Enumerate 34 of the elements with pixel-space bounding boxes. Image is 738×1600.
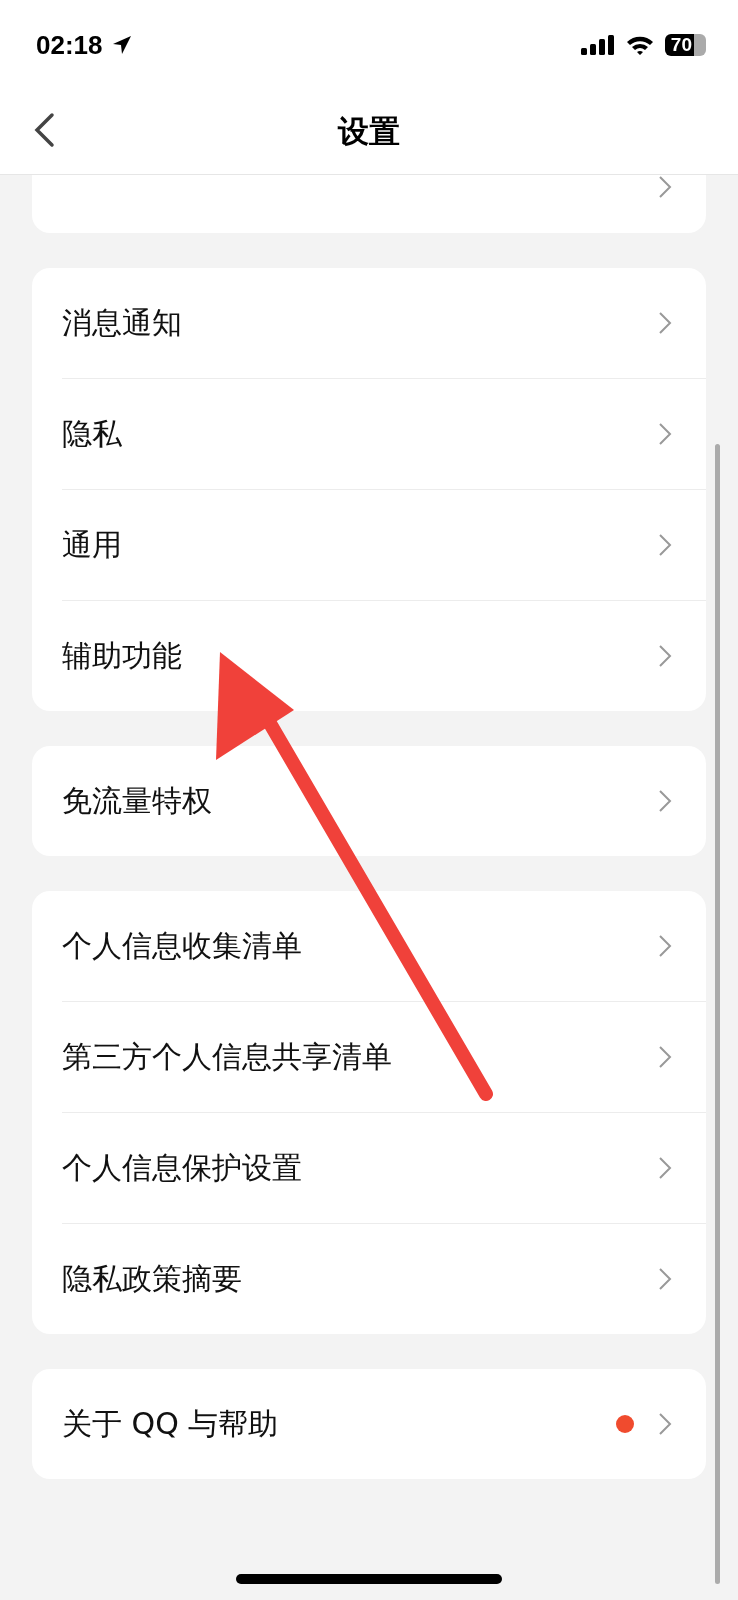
- page-title: 设置: [338, 112, 400, 151]
- status-time: 02:18: [36, 29, 103, 61]
- signal-icon: [580, 34, 615, 56]
- row-label: 消息通知: [62, 303, 182, 342]
- row-label: 免流量特权: [62, 781, 212, 820]
- row-label: 个人信息保护设置: [62, 1148, 302, 1187]
- row-label: 通用: [62, 525, 122, 564]
- chevron-icon: [658, 422, 672, 446]
- settings-row[interactable]: 消息通知: [62, 268, 706, 378]
- row-label: 第三方个人信息共享清单: [62, 1037, 392, 1076]
- chevron-icon: [658, 1267, 672, 1291]
- chevron-icon: [658, 1156, 672, 1180]
- settings-row[interactable]: 第三方个人信息共享清单: [62, 1001, 706, 1112]
- row-label: 隐私: [62, 414, 122, 453]
- back-button[interactable]: [32, 112, 56, 148]
- settings-row[interactable]: 免流量特权: [62, 746, 706, 856]
- settings-row[interactable]: 隐私政策摘要: [62, 1223, 706, 1334]
- chevron-icon: [658, 1045, 672, 1069]
- chevron-icon: [658, 934, 672, 958]
- chevron-icon: [658, 533, 672, 557]
- settings-row[interactable]: 关于 QQ 与帮助: [62, 1369, 706, 1479]
- settings-row[interactable]: 隐私: [62, 378, 706, 489]
- chevron-icon: [658, 311, 672, 335]
- settings-row[interactable]: 通用: [62, 489, 706, 600]
- row-label: 辅助功能: [62, 636, 182, 675]
- chevron-icon: [658, 789, 672, 813]
- settings-row[interactable]: 个人信息收集清单: [62, 891, 706, 1001]
- row-label: 个人信息收集清单: [62, 926, 302, 965]
- row-label: 隐私政策摘要: [62, 1259, 242, 1298]
- chevron-icon: [658, 644, 672, 668]
- row-label: 关于 QQ 与帮助: [62, 1404, 279, 1443]
- settings-row[interactable]: 个人信息保护设置: [62, 1112, 706, 1223]
- chevron-icon: [658, 1412, 672, 1436]
- chevron-icon: [658, 175, 672, 199]
